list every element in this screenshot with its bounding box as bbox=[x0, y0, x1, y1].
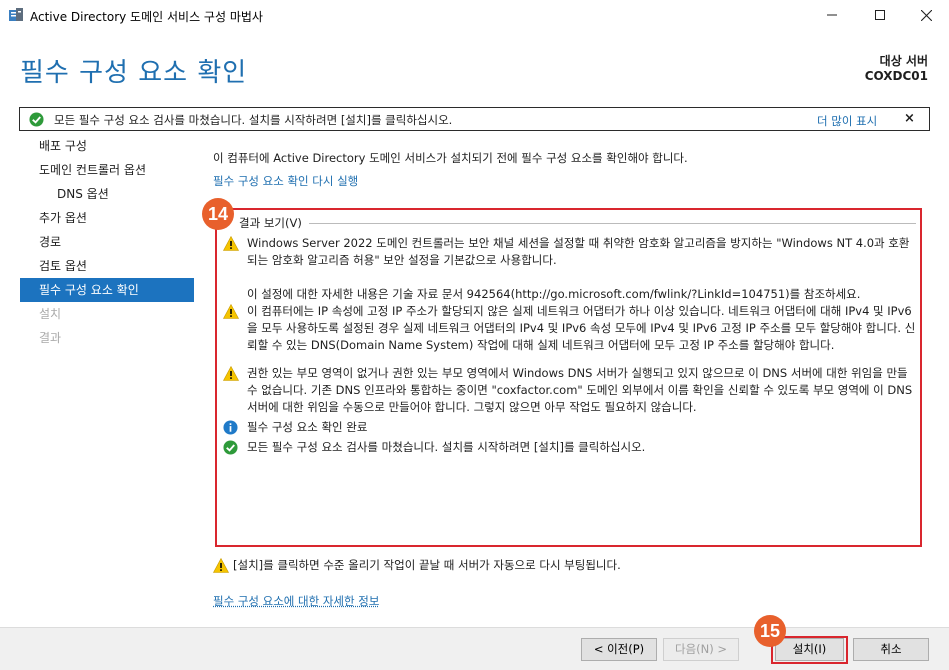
result-note: 이 설정에 대한 자세한 내용은 기술 자료 문서 942564(http://… bbox=[247, 287, 861, 301]
nav-item-additional-options[interactable]: 추가 옵션 bbox=[20, 206, 194, 230]
nav-item-results: 결과 bbox=[39, 331, 62, 345]
step-badge-15: 15 bbox=[754, 615, 786, 647]
target-server-label: 대상 서버 bbox=[879, 54, 928, 68]
warning-icon bbox=[222, 235, 240, 256]
maximize-icon bbox=[875, 10, 885, 20]
step-badge-14: 14 bbox=[202, 198, 234, 230]
result-item: 권한 있는 부모 영역이 없거나 권한 있는 부모 영역에서 Windows D… bbox=[221, 365, 916, 416]
result-text: Windows Server 2022 도메인 컨트롤러는 보안 채널 세션을 … bbox=[247, 236, 910, 267]
notification-message: 모든 필수 구성 요소 검사를 마쳤습니다. 설치를 시작하려면 [설치]를 클… bbox=[54, 113, 453, 127]
result-item: 모든 필수 구성 요소 검사를 마쳤습니다. 설치를 시작하려면 [설치]를 클… bbox=[221, 439, 916, 456]
rerun-prerequisites-link[interactable]: 필수 구성 요소 확인 다시 실행 bbox=[213, 173, 358, 189]
legend-divider bbox=[309, 223, 916, 224]
page-title: 필수 구성 요소 확인 bbox=[20, 58, 248, 88]
warning-icon bbox=[222, 303, 240, 324]
more-info-link[interactable]: 필수 구성 요소에 대한 자세한 정보 bbox=[213, 593, 379, 609]
window-title: Active Directory 도메인 서비스 구성 마법사 bbox=[30, 10, 263, 24]
close-window-button[interactable] bbox=[903, 0, 949, 30]
results-legend: 결과 보기(V) bbox=[239, 216, 302, 230]
nav-item-dns-options[interactable]: DNS 옵션 bbox=[20, 182, 194, 206]
nav-item-dc-options[interactable]: 도메인 컨트롤러 옵션 bbox=[20, 158, 194, 182]
info-icon bbox=[223, 420, 238, 440]
nav-item-review-options[interactable]: 검토 옵션 bbox=[20, 254, 194, 278]
warning-icon bbox=[222, 365, 240, 386]
nav-item-paths[interactable]: 경로 bbox=[20, 230, 194, 254]
nav-item-installation: 설치 bbox=[39, 307, 62, 321]
close-icon bbox=[920, 9, 932, 21]
title-bar: Active Directory 도메인 서비스 구성 마법사 bbox=[0, 0, 949, 30]
show-more-link[interactable]: 더 많이 표시 bbox=[817, 113, 877, 129]
target-server-name: COXDC01 bbox=[864, 69, 928, 83]
result-item: 필수 구성 요소 확인 완료 bbox=[221, 419, 916, 436]
notification-bar: 모든 필수 구성 요소 검사를 마쳤습니다. 설치를 시작하려면 [설치]를 클… bbox=[19, 107, 930, 131]
nav-item-prerequisites-check[interactable]: 필수 구성 요소 확인 bbox=[20, 278, 194, 302]
result-text: 권한 있는 부모 영역이 없거나 권한 있는 부모 영역에서 Windows D… bbox=[247, 366, 913, 414]
results-panel[interactable]: 결과 보기(V) Windows Server 2022 도메인 컨트롤러는 보… bbox=[215, 208, 922, 547]
result-text: 필수 구성 요소 확인 완료 bbox=[247, 420, 368, 434]
dismiss-notification-button[interactable]: × bbox=[904, 111, 915, 126]
result-item: Windows Server 2022 도메인 컨트롤러는 보안 채널 세션을 … bbox=[221, 235, 916, 303]
warning-icon bbox=[212, 557, 230, 576]
maximize-button[interactable] bbox=[857, 0, 903, 30]
wizard-steps-nav: 배포 구성 도메인 컨트롤러 옵션 DNS 옵션 추가 옵션 경로 검토 옵션 … bbox=[20, 134, 194, 350]
intro-text: 이 컴퓨터에 Active Directory 도메인 서비스가 설치되기 전에… bbox=[213, 151, 688, 165]
success-check-icon bbox=[29, 112, 44, 130]
reboot-warning-text: [설치]를 클릭하면 수준 올리기 작업이 끝날 때 서버가 자동으로 다시 부… bbox=[233, 558, 621, 572]
cancel-button[interactable]: 취소 bbox=[853, 638, 929, 661]
results-list: Windows Server 2022 도메인 컨트롤러는 보안 채널 세션을 … bbox=[221, 235, 916, 456]
next-button: 다음(N) > bbox=[663, 638, 739, 661]
server-manager-icon bbox=[8, 7, 24, 23]
result-text: 모든 필수 구성 요소 검사를 마쳤습니다. 설치를 시작하려면 [설치]를 클… bbox=[247, 440, 646, 454]
result-text: 이 컴퓨터에는 IP 속성에 고정 IP 주소가 할당되지 않은 실제 네트워크… bbox=[247, 304, 916, 352]
result-item: 이 컴퓨터에는 IP 속성에 고정 IP 주소가 할당되지 않은 실제 네트워크… bbox=[221, 303, 916, 354]
minimize-button[interactable] bbox=[809, 0, 855, 30]
nav-item-deployment-config[interactable]: 배포 구성 bbox=[20, 134, 194, 158]
success-check-icon bbox=[223, 440, 238, 460]
previous-button[interactable]: < 이전(P) bbox=[581, 638, 657, 661]
